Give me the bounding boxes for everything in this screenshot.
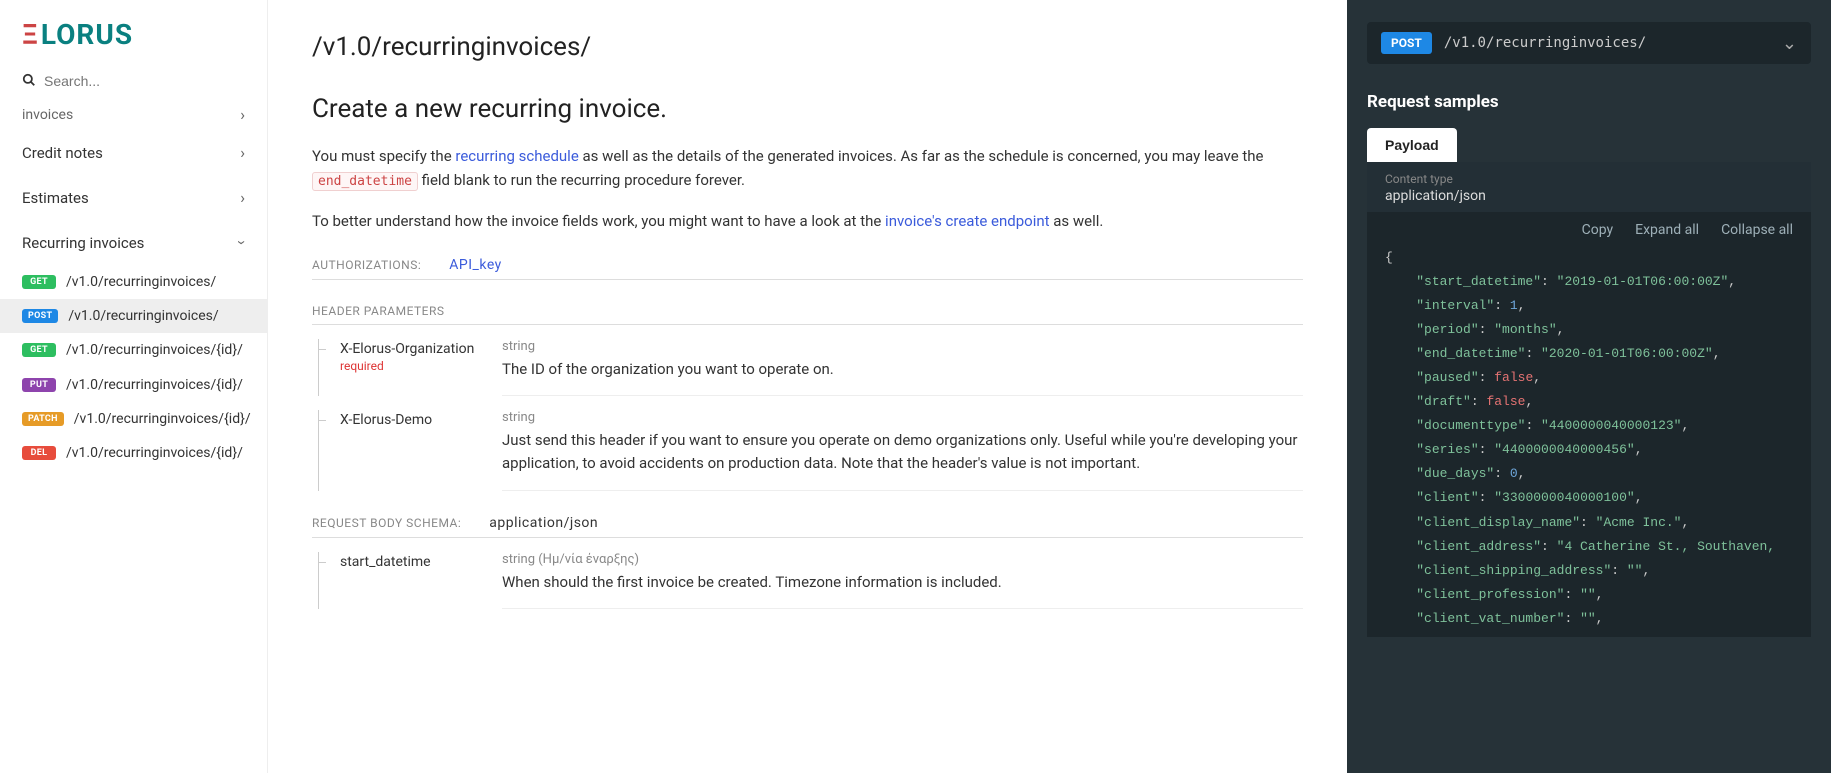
request-body-label-row: REQUEST BODY SCHEMA: application/json <box>312 507 1303 538</box>
content-type-label: Content type <box>1385 172 1793 186</box>
copy-button[interactable]: Copy <box>1582 222 1614 238</box>
chevron-right-icon: › <box>240 143 245 162</box>
param-name-col: start_datetime <box>340 552 488 609</box>
request-samples-heading: Request samples <box>1367 92 1811 112</box>
param-name: start_datetime <box>340 554 488 570</box>
param-name: X-Elorus-Demo <box>340 412 488 428</box>
param-desc: The ID of the organization you want to o… <box>502 358 1303 381</box>
endpoint-path-text: /v1.0/recurringinvoices/{id}/ <box>66 376 255 394</box>
method-badge: DEL <box>22 446 56 460</box>
logo-mark: Ξ <box>22 18 39 51</box>
nav-label: Estimates <box>22 189 89 207</box>
param-name: X-Elorus-Organization <box>340 341 488 357</box>
second-paragraph: To better understand how the invoice fie… <box>312 209 1303 233</box>
brand-area: ΞLORUS <box>0 0 267 61</box>
param-name-col: X-Elorus-Organization required <box>340 339 488 396</box>
method-badge: GET <box>22 275 56 289</box>
param-required: required <box>340 359 488 373</box>
intro-paragraph: You must specify the recurring schedule … <box>312 144 1303 193</box>
nav-collapsed-invoices[interactable]: invoices › <box>0 99 267 130</box>
endpoint-path: /v1.0/recurringinvoices/ <box>1444 35 1770 51</box>
collapse-all-button[interactable]: Collapse all <box>1721 222 1793 238</box>
tree-connector <box>312 552 326 609</box>
method-badge: PATCH <box>22 412 64 426</box>
param-type: string (Ημ/νία έναρξης) <box>502 552 1303 567</box>
endpoint-path-heading: /v1.0/recurringinvoices/ <box>312 32 1303 62</box>
page-title: Create a new recurring invoice. <box>312 94 1303 124</box>
chevron-down-icon: › <box>233 240 252 245</box>
endpoint-path-text: /v1.0/recurringinvoices/{id}/ <box>66 444 255 462</box>
logo: ΞLORUS <box>22 18 245 51</box>
content-type-value: application/json <box>1385 188 1793 204</box>
param-type: string <box>502 339 1303 354</box>
main-content: /v1.0/recurringinvoices/ Create a new re… <box>268 0 1347 773</box>
nav-item-credit-notes[interactable]: Credit notes › <box>0 130 267 175</box>
nav-item-recurring-invoices[interactable]: Recurring invoices › <box>0 220 267 265</box>
param-name-col: X-Elorus-Demo <box>340 410 488 491</box>
request-samples: Request samples Payload Content type app… <box>1367 92 1811 637</box>
param-type: string <box>502 410 1303 425</box>
chevron-right-icon: › <box>240 188 245 207</box>
authorizations-value[interactable]: API_key <box>449 257 502 273</box>
inline-code-end-datetime: end_datetime <box>312 172 418 191</box>
endpoint-path-text: /v1.0/recurringinvoices/ <box>66 273 255 291</box>
method-badge: POST <box>22 309 58 323</box>
param-row: X-Elorus-Demo string Just send this header… <box>312 396 1303 491</box>
sidebar-endpoint[interactable]: PATCH/v1.0/recurringinvoices/{id}/ <box>0 402 267 436</box>
nav-label: Recurring invoices <box>22 234 144 252</box>
request-body-content-type: application/json <box>489 515 598 531</box>
param-desc-col: string (Ημ/νία έναρξης) When should the f… <box>502 552 1303 609</box>
nav-label: Credit notes <box>22 144 103 162</box>
nav-item-estimates[interactable]: Estimates › <box>0 175 267 220</box>
code-actions: Copy Expand all Collapse all <box>1367 212 1811 242</box>
chevron-right-icon: › <box>240 105 245 124</box>
endpoint-path-text: /v1.0/recurringinvoices/{id}/ <box>66 341 255 359</box>
sidebar-endpoint[interactable]: GET/v1.0/recurringinvoices/ <box>0 265 267 299</box>
expand-all-button[interactable]: Expand all <box>1635 222 1699 238</box>
sidebar: ΞLORUS invoices › Credit notes › Estimat… <box>0 0 268 773</box>
link-recurring-schedule[interactable]: recurring schedule <box>455 147 578 165</box>
param-desc-col: string Just send this header if you want … <box>502 410 1303 491</box>
authorizations-label: AUTHORIZATIONS: <box>312 258 421 272</box>
method-badge: PUT <box>22 378 56 392</box>
sidebar-endpoint[interactable]: GET/v1.0/recurringinvoices/{id}/ <box>0 333 267 367</box>
method-badge: POST <box>1381 32 1432 54</box>
search-input[interactable] <box>22 69 245 93</box>
link-invoice-create-endpoint[interactable]: invoice's create endpoint <box>885 212 1050 230</box>
tab-payload[interactable]: Payload <box>1367 128 1457 162</box>
chevron-down-icon: ⌄ <box>1782 33 1797 54</box>
nav-label: invoices <box>22 107 73 123</box>
header-params-label: HEADER PARAMETERS <box>312 296 1303 325</box>
param-row: start_datetime string (Ημ/νία έναρξης) Whe… <box>312 538 1303 609</box>
endpoint-path-text: /v1.0/recurringinvoices/{id}/ <box>74 410 255 428</box>
endpoint-list: GET/v1.0/recurringinvoices/POST/v1.0/rec… <box>0 265 267 470</box>
param-desc: Just send this header if you want to ens… <box>502 429 1303 476</box>
json-body[interactable]: { "start_datetime": "2019-01-01T06:00:00… <box>1367 242 1811 637</box>
code-box: Content type application/json Copy Expan… <box>1367 162 1811 637</box>
param-desc-col: string The ID of the organization you wan… <box>502 339 1303 396</box>
endpoint-path-text: /v1.0/recurringinvoices/ <box>68 307 255 325</box>
logo-text: LORUS <box>41 18 133 51</box>
nav-group: invoices › Credit notes › Estimates › Re… <box>0 99 267 470</box>
content-type-row: Content type application/json <box>1367 162 1811 212</box>
tree-connector <box>312 339 326 396</box>
search-row <box>0 61 267 99</box>
authorizations-row: AUTHORIZATIONS: API_key <box>312 249 1303 280</box>
tree-connector <box>312 410 326 491</box>
right-panel: POST /v1.0/recurringinvoices/ ⌄ Request … <box>1347 0 1831 773</box>
sidebar-endpoint[interactable]: DEL/v1.0/recurringinvoices/{id}/ <box>0 436 267 470</box>
param-desc: When should the first invoice be created… <box>502 571 1303 594</box>
param-row: X-Elorus-Organization required string The I… <box>312 325 1303 396</box>
method-badge: GET <box>22 343 56 357</box>
search-icon <box>22 73 36 91</box>
request-body-label: REQUEST BODY SCHEMA: <box>312 516 461 530</box>
endpoint-bar[interactable]: POST /v1.0/recurringinvoices/ ⌄ <box>1367 22 1811 64</box>
sidebar-endpoint[interactable]: POST/v1.0/recurringinvoices/ <box>0 299 267 333</box>
sidebar-endpoint[interactable]: PUT/v1.0/recurringinvoices/{id}/ <box>0 368 267 402</box>
